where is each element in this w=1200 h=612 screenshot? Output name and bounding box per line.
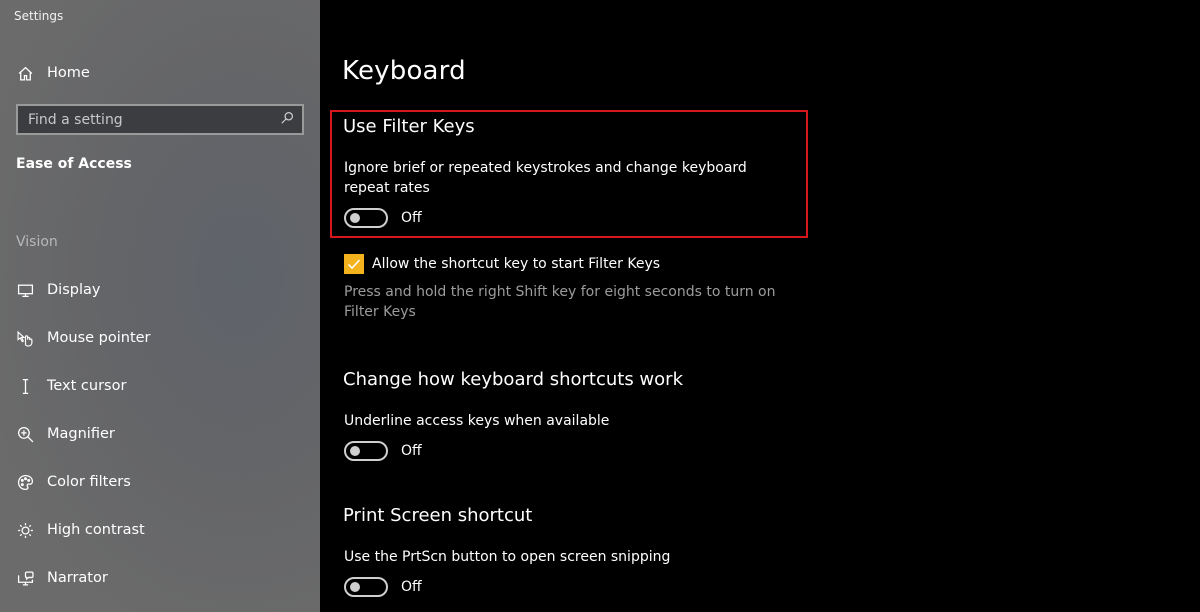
search-input[interactable] bbox=[28, 111, 280, 128]
underline-access-keys-label: Underline access keys when available bbox=[344, 413, 610, 429]
sidebar-item-magnifier[interactable]: Magnifier bbox=[16, 422, 115, 446]
toggle-thumb bbox=[350, 446, 360, 456]
sidebar-item-home[interactable]: Home bbox=[16, 61, 90, 85]
filter-keys-shortcut-option[interactable]: Allow the shortcut key to start Filter K… bbox=[344, 254, 660, 274]
sidebar-item-label: Magnifier bbox=[47, 426, 115, 442]
print-screen-heading: Print Screen shortcut bbox=[343, 505, 533, 526]
underline-access-keys-toggle[interactable]: Off bbox=[344, 441, 422, 461]
group-label-vision: Vision bbox=[16, 234, 58, 250]
sidebar-item-text-cursor[interactable]: Text cursor bbox=[16, 374, 126, 398]
shortcut-help-text: Press and hold the right Shift key for e… bbox=[344, 284, 776, 320]
high-contrast-icon bbox=[16, 521, 34, 539]
app-title: Settings bbox=[14, 9, 64, 23]
filter-keys-heading: Use Filter Keys bbox=[343, 116, 475, 137]
print-screen-toggle[interactable]: Off bbox=[344, 577, 422, 597]
shortcut-checkbox-label: Allow the shortcut key to start Filter K… bbox=[372, 256, 661, 272]
sidebar-item-label: Text cursor bbox=[47, 378, 127, 394]
home-icon bbox=[16, 64, 34, 82]
shortcut-checkbox[interactable] bbox=[344, 254, 364, 274]
sidebar-item-label: Home bbox=[47, 65, 90, 81]
toggle-track[interactable] bbox=[344, 577, 388, 597]
checkmark-icon bbox=[347, 259, 361, 270]
keyboard-shortcuts-heading: Change how keyboard shortcuts work bbox=[343, 369, 683, 390]
toggle-state-label: Off bbox=[401, 210, 422, 226]
toggle-thumb bbox=[350, 582, 360, 592]
text-cursor-icon bbox=[16, 377, 34, 395]
sidebar-item-label: Display bbox=[47, 282, 101, 298]
main-content: Keyboard Use Filter Keys Ignore brief or… bbox=[320, 0, 1200, 612]
mouse-pointer-icon bbox=[16, 329, 34, 347]
search-icon[interactable] bbox=[280, 110, 294, 129]
sidebar-item-narrator[interactable]: Narrator bbox=[16, 566, 108, 590]
sidebar: Settings Home Ease of Access Vision Disp… bbox=[0, 0, 320, 612]
sidebar-item-color-filters[interactable]: Color filters bbox=[16, 470, 131, 494]
sidebar-item-display[interactable]: Display bbox=[16, 278, 100, 302]
filter-keys-description: Ignore brief or repeated keystrokes and … bbox=[344, 160, 747, 196]
filter-keys-toggle[interactable]: Off bbox=[344, 208, 422, 228]
sidebar-item-label: High contrast bbox=[47, 522, 145, 538]
magnifier-icon bbox=[16, 425, 34, 443]
search-field[interactable] bbox=[16, 104, 304, 135]
sidebar-item-high-contrast[interactable]: High contrast bbox=[16, 518, 145, 542]
sidebar-item-label: Mouse pointer bbox=[47, 330, 151, 346]
narrator-icon bbox=[16, 569, 34, 587]
sidebar-item-mouse-pointer[interactable]: Mouse pointer bbox=[16, 326, 151, 350]
page-title: Keyboard bbox=[342, 56, 466, 86]
toggle-thumb bbox=[350, 213, 360, 223]
print-screen-label: Use the PrtScn button to open screen sni… bbox=[344, 549, 671, 565]
sidebar-item-label: Narrator bbox=[47, 570, 108, 586]
toggle-state-label: Off bbox=[401, 579, 422, 595]
toggle-track[interactable] bbox=[344, 441, 388, 461]
color-filters-icon bbox=[16, 473, 34, 491]
display-icon bbox=[16, 281, 34, 299]
toggle-state-label: Off bbox=[401, 443, 422, 459]
toggle-track[interactable] bbox=[344, 208, 388, 228]
current-section-heading: Ease of Access bbox=[16, 156, 132, 172]
sidebar-item-label: Color filters bbox=[47, 474, 131, 490]
